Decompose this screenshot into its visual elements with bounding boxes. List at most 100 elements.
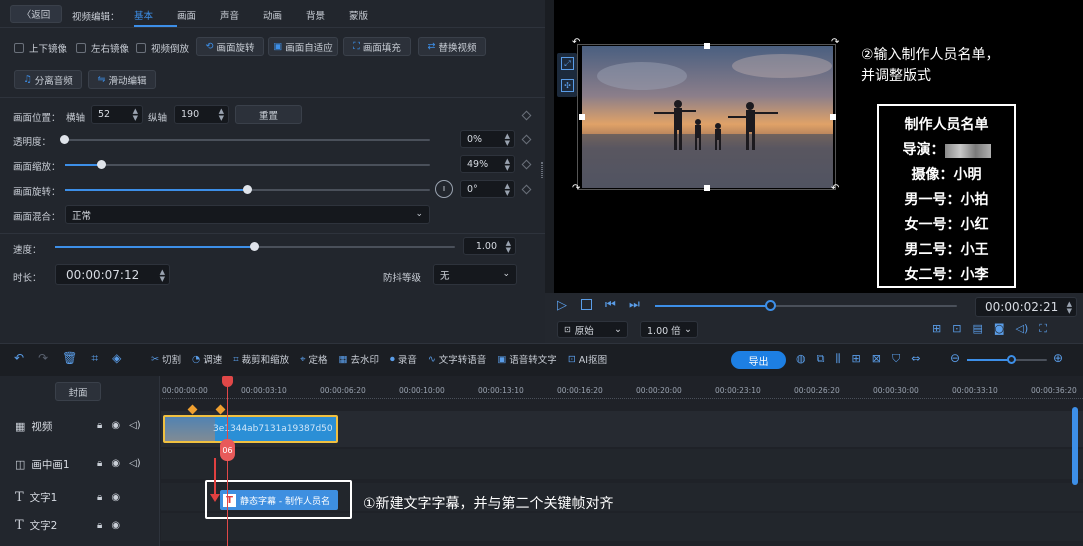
- volume-icon[interactable]: ◁): [1016, 322, 1029, 336]
- next-frame-icon[interactable]: ⏭: [629, 297, 640, 312]
- crop-fill-icon[interactable]: ✣: [561, 79, 574, 92]
- shield-icon[interactable]: ⛉: [892, 352, 900, 366]
- rotate-slider[interactable]: [65, 185, 430, 194]
- tab-sound[interactable]: 声音: [220, 8, 263, 27]
- track-header-video[interactable]: ▦ 视频: [15, 419, 52, 434]
- reverse-checkbox[interactable]: 视频倒放: [136, 41, 189, 55]
- opacity-slider[interactable]: [60, 135, 430, 144]
- layout-icon[interactable]: ⊞: [932, 322, 941, 336]
- keyframe-icon[interactable]: ◈: [112, 351, 121, 366]
- preview-speed-select[interactable]: 1.00 倍 ⌄: [640, 321, 698, 338]
- spin-arrows-icon[interactable]: ▲ ▼: [1067, 301, 1072, 315]
- cover-button[interactable]: 封面: [55, 382, 101, 401]
- export-button[interactable]: 导出: [731, 351, 786, 369]
- lock-icon[interactable]: 🔒︎: [97, 458, 102, 469]
- preview-time[interactable]: 00:00:02:21 ▲ ▼: [975, 297, 1077, 317]
- speed-input[interactable]: 1.00 ▲ ▼: [463, 237, 516, 255]
- time-ruler[interactable]: 00:00:00:00 00:00:03:10 00:00:06:20 00:0…: [162, 386, 1083, 406]
- split-audio-button[interactable]: ♫ 分离音频: [14, 70, 82, 89]
- flip-horizontal-checkbox[interactable]: 左右镜像: [76, 41, 129, 55]
- ai-matting-tool[interactable]: ⊡ AI抠图: [568, 352, 607, 367]
- subtitle-icon[interactable]: ▤: [972, 322, 982, 336]
- rotate-dial-icon[interactable]: ı: [435, 180, 453, 198]
- preview-progress-slider[interactable]: [655, 300, 957, 311]
- spin-arrows-icon[interactable]: ▲ ▼: [505, 183, 510, 197]
- lock-icon[interactable]: 🔒︎: [97, 420, 102, 431]
- panel-splitter[interactable]: [545, 0, 554, 343]
- spin-arrows-icon[interactable]: ▲ ▼: [219, 108, 224, 122]
- playhead-handle[interactable]: [222, 376, 233, 387]
- rotate-corner-icon[interactable]: ↷: [831, 37, 839, 48]
- spin-arrows-icon[interactable]: ▲ ▼: [505, 133, 510, 147]
- lock-icon[interactable]: 🔒︎: [97, 520, 102, 531]
- track-header-text2[interactable]: T 文字2: [15, 518, 57, 533]
- tab-background[interactable]: 背景: [306, 8, 349, 27]
- scale-input[interactable]: 49% ▲ ▼: [460, 155, 515, 173]
- eye-icon[interactable]: ◉: [111, 492, 120, 503]
- lock-icon[interactable]: 🔒︎: [97, 492, 102, 503]
- zoom-in-icon[interactable]: ⊕: [1053, 351, 1063, 365]
- close-box-icon[interactable]: ⊠: [872, 352, 881, 366]
- speed-knob[interactable]: [250, 242, 259, 251]
- zoom-knob[interactable]: [1007, 355, 1016, 364]
- fill-button[interactable]: ⛶ 画面填充: [343, 37, 411, 56]
- undo-icon[interactable]: ↶: [14, 351, 24, 366]
- freeze-tool[interactable]: ⌖ 定格: [300, 352, 327, 367]
- screenshot-icon[interactable]: ⊡: [952, 322, 961, 336]
- timeline-zoom-slider[interactable]: [967, 355, 1047, 364]
- crop-zoom-tool[interactable]: ⌗ 裁剪和缩放: [233, 352, 289, 367]
- split-clip-icon[interactable]: ⌗: [91, 351, 98, 366]
- prev-frame-icon[interactable]: ⏮: [605, 297, 616, 312]
- resize-handle[interactable]: [579, 114, 585, 120]
- rotate-button[interactable]: ⟲ 画面旋转: [196, 37, 264, 56]
- camera-icon[interactable]: ◙: [994, 322, 1005, 336]
- track-header-pip[interactable]: ◫ 画中画1: [15, 457, 70, 472]
- zoom-out-icon[interactable]: ⊖: [950, 351, 960, 365]
- timeline-scrollbar[interactable]: [1072, 407, 1078, 485]
- tab-mask[interactable]: 蒙版: [349, 8, 392, 27]
- grid-icon[interactable]: ⊞: [852, 352, 861, 366]
- redo-icon[interactable]: ↷: [38, 351, 48, 366]
- text-clip[interactable]: T 静态字幕 - 制作人员名: [220, 490, 338, 510]
- rotate-input[interactable]: 0° ▲ ▼: [460, 180, 515, 198]
- tab-animation[interactable]: 动画: [263, 8, 306, 27]
- rotate-corner-icon[interactable]: ↶: [831, 183, 839, 194]
- fullscreen-icon[interactable]: ⛶: [1039, 322, 1047, 336]
- remove-watermark-tool[interactable]: ▦ 去水印: [339, 352, 380, 367]
- spin-arrows-icon[interactable]: ▲ ▼: [133, 108, 138, 122]
- rotate-corner-icon[interactable]: ↷: [572, 183, 580, 194]
- y-axis-input[interactable]: 190 ▲ ▼: [174, 105, 229, 124]
- scale-slider[interactable]: [65, 160, 430, 169]
- split-track-icon[interactable]: ⫼: [835, 352, 840, 366]
- resize-handle[interactable]: [704, 185, 710, 191]
- splitter-grip-icon[interactable]: [541, 162, 543, 178]
- preview-progress-knob[interactable]: [764, 300, 776, 311]
- video-clip[interactable]: 3e1344ab7131a19387d50: [163, 415, 338, 443]
- spin-arrows-icon[interactable]: ▲ ▼: [506, 240, 511, 254]
- track-header-text1[interactable]: T 文字1: [15, 490, 57, 505]
- eye-icon[interactable]: ◉: [111, 458, 120, 469]
- flip-vertical-checkbox[interactable]: 上下镜像: [14, 41, 67, 55]
- cut-tool[interactable]: ✂ 切割: [151, 352, 181, 367]
- duration-input[interactable]: 00:00:07:12 ▲ ▼: [55, 264, 170, 285]
- tab-image[interactable]: 画面: [177, 8, 220, 27]
- rotate-corner-icon[interactable]: ↶: [572, 37, 580, 48]
- credits-text-box[interactable]: 制作人员名单 导演： 摄像：小明 男一号：小拍 女一号：小红 男二号：小王 女二…: [877, 104, 1016, 288]
- adapt-button[interactable]: ▣ 画面自适应: [268, 37, 338, 56]
- spin-arrows-icon[interactable]: ▲ ▼: [505, 158, 510, 172]
- speech-to-text-tool[interactable]: ▣ 语音转文字: [497, 352, 557, 367]
- speed-slider[interactable]: [55, 242, 455, 251]
- eye-icon[interactable]: ◉: [111, 420, 120, 431]
- crop-fit-icon[interactable]: ⤢: [561, 57, 574, 70]
- speed-tool[interactable]: ◔ 调速: [192, 352, 222, 367]
- blend-select[interactable]: 正常 ⌄: [65, 205, 430, 224]
- stop-icon[interactable]: [581, 299, 592, 310]
- spin-arrows-icon[interactable]: ▲ ▼: [160, 269, 165, 283]
- record-tool[interactable]: ⏺ 录音: [390, 352, 417, 367]
- replace-video-button[interactable]: ⇄ 替换视频: [418, 37, 486, 56]
- stabilize-select[interactable]: 无 ⌄: [433, 264, 517, 285]
- split-marker[interactable]: 06: [220, 439, 235, 461]
- tab-basic[interactable]: 基本: [134, 8, 177, 27]
- reset-button[interactable]: 重置: [235, 105, 302, 124]
- resize-handle[interactable]: [704, 43, 710, 49]
